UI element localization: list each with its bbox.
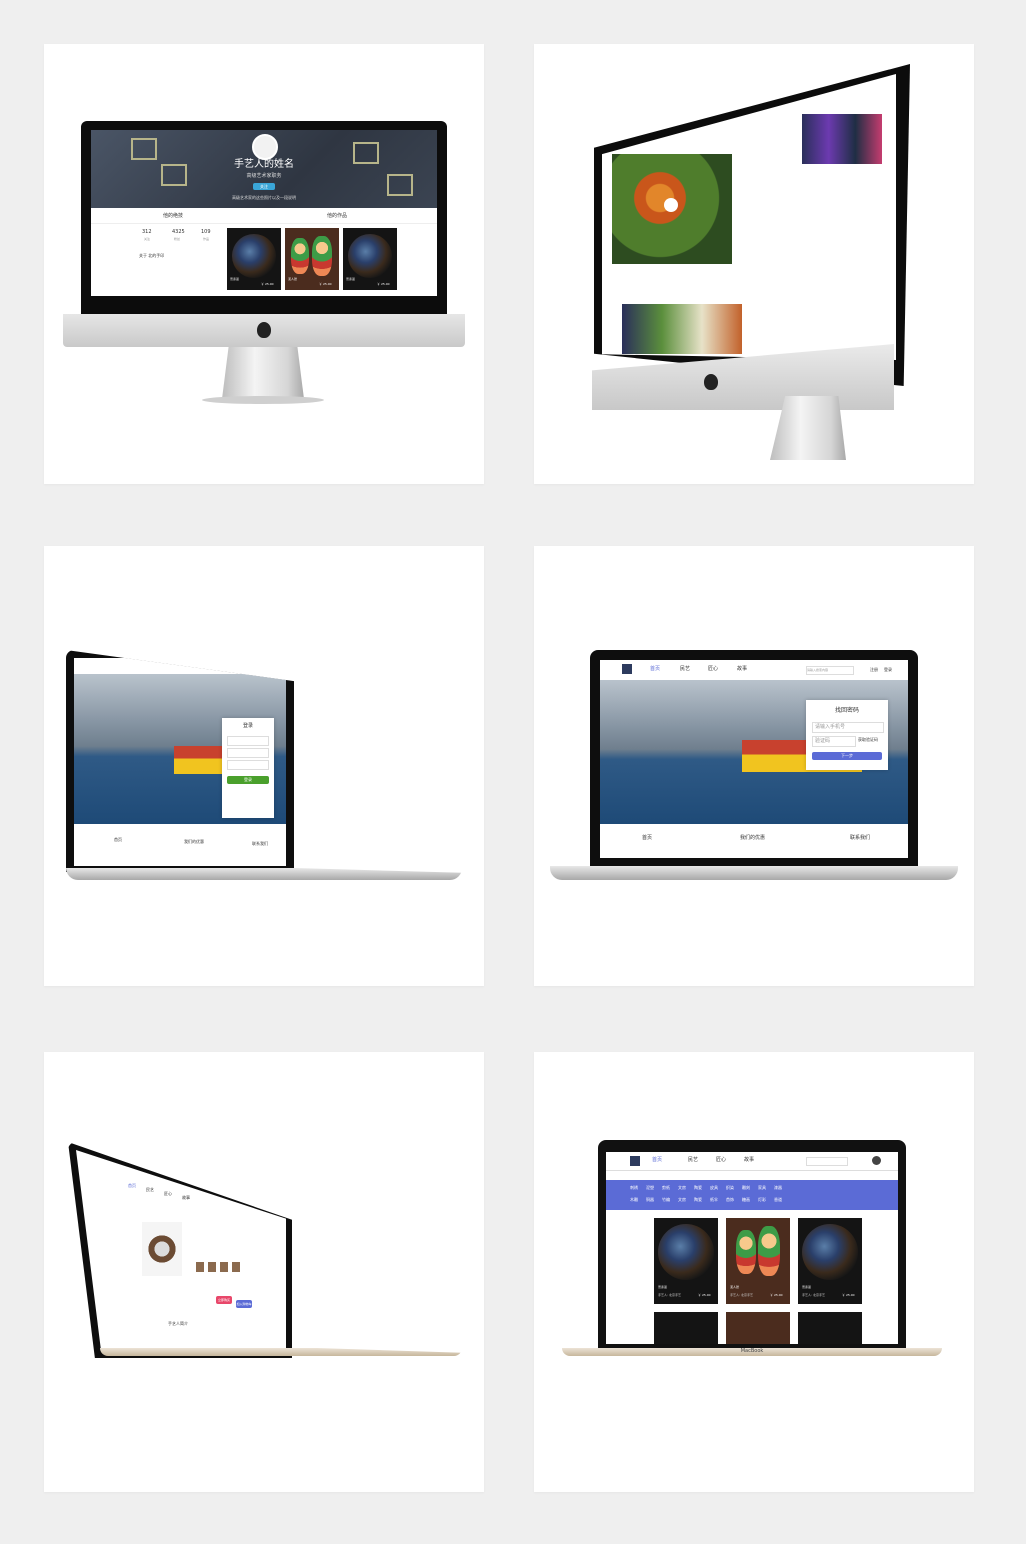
category-bar: 刺绣 泥塑 剪纸 文房 陶瓷 皮具 织染 雕刻 家具 漆器 木雕 铜器 竹编 文… [606,1180,898,1210]
footer-link[interactable]: 首页 [642,836,652,841]
stat-label: 关注 [144,237,151,241]
mockup-card-laptop-recover: 首页 民艺 匠心 故事 请输入搜索内容 注册 登录 找回密码 请输入手机号 验证… [534,546,974,986]
stat-value: 312 [142,229,152,235]
footer-link[interactable]: 联系我们 [252,842,268,846]
add-to-cart-button[interactable]: 加入购物车 [236,1300,252,1308]
work-card[interactable]: 景泰蓝 ￥ 25.00 [343,228,397,290]
laptop-base [100,1348,462,1356]
mockup-card-imac-profile: 手艺人的姓名 高级艺术家职务 关注 高级艺术家的这些照片以及一段说明 他的绝技 … [44,44,484,484]
profile-subtitle: 高级艺术家职务 [246,173,282,179]
login-panel: 登录 登录 [222,718,274,818]
nav-item[interactable]: 匠心 [164,1192,172,1196]
top-nav: 首页 民艺 匠心 故事 [606,1152,898,1171]
buy-button[interactable]: 立即购买 [216,1296,232,1304]
mockup-card-macbook-grid: 首页 民艺 匠心 故事 刺绣 泥塑 剪纸 文房 陶瓷 皮具 织染 雕刻 家具 漆… [534,1052,974,1492]
about-label: 关于 北的手印 [139,253,165,258]
search-input[interactable]: 请输入搜索内容 [806,666,854,675]
product-card[interactable]: 泥人张 手艺人: 北京手艺 ￥ 25.00 [726,1218,790,1304]
site-logo-icon [630,1156,640,1166]
profile-bio: 高级艺术家的这些照片以及一段说明 [232,195,296,200]
laptop-base: MacBook [562,1348,942,1356]
laptop-base [550,866,958,880]
laptop-bezel: 首页 民艺 匠心 故事 立即购买 加入购物车 手艺人简介 [68,1142,292,1358]
stats-row: 312 关注 4325 粉丝 109 作品 [136,230,226,244]
avatar [252,134,278,160]
captcha-field[interactable] [227,760,269,770]
footer-link[interactable]: 我们的优惠 [740,836,765,841]
imac-stand [222,347,304,399]
top-nav: 首页 民艺 匠心 故事 请输入搜索内容 注册 登录 [600,660,908,681]
stat-label: 作品 [203,237,210,241]
colorful-thumb [622,304,742,354]
user-avatar[interactable] [872,1156,881,1165]
imac-screen [602,74,896,360]
profile-hero: 手艺人的姓名 高级艺术家职务 关注 高级艺术家的这些照片以及一段说明 [91,130,437,208]
nav-item[interactable]: 故事 [737,667,747,672]
tab-works[interactable]: 他的作品 [327,214,347,219]
stat-label: 粉丝 [174,237,181,241]
watch-thumbs [196,1262,240,1272]
search-input[interactable] [806,1157,848,1166]
recover-title: 找回密码 [834,707,859,714]
phone-field[interactable]: 请输入手机号 [812,722,884,733]
product-card[interactable]: 景泰蓝 手艺人: 北京手艺 ￥ 25.00 [654,1218,718,1304]
login-button[interactable]: 登录 [227,776,269,784]
mockup-card-laptop-login: 登录 登录 首页 我们的优惠 联系我们 [44,546,484,986]
register-link[interactable]: 注册 [870,668,878,672]
mockup-card-laptop-product: 首页 民艺 匠心 故事 立即购买 加入购物车 手艺人简介 [44,1052,484,1492]
nav-item[interactable]: 首页 [128,1184,136,1188]
follow-button[interactable]: 关注 [253,183,275,190]
imac-chin [63,314,465,347]
laptop-screen: 首页 民艺 匠心 故事 立即购买 加入购物车 手艺人简介 [76,1150,286,1352]
code-field[interactable]: 验证码 [812,736,856,747]
work-card[interactable]: 泥人张 ￥ 25.00 [285,228,339,290]
nav-item[interactable]: 首页 [650,667,660,672]
laptop-screen: 登录 登录 首页 我们的优惠 联系我们 [74,658,286,866]
nav-item[interactable]: 民艺 [146,1188,154,1192]
product-card[interactable] [726,1312,790,1344]
imac-screen: 手艺人的姓名 高级艺术家职务 关注 高级艺术家的这些照片以及一段说明 他的绝技 … [91,130,437,296]
nav-item[interactable]: 民艺 [680,667,690,672]
nav-item[interactable]: 故事 [744,1158,754,1163]
stat-value: 4325 [172,229,185,235]
tab-craft[interactable]: 他的绝技 [163,214,183,219]
nav-item[interactable]: 故事 [182,1196,190,1200]
apple-logo-icon [704,374,718,390]
macbook-label: MacBook [740,1348,764,1354]
laptop-screen: 首页 民艺 匠心 故事 请输入搜索内容 注册 登录 找回密码 请输入手机号 验证… [600,660,908,858]
footer-link[interactable]: 首页 [114,838,122,842]
login-link[interactable]: 登录 [884,668,892,672]
site-logo-icon [622,664,632,674]
footer-link[interactable]: 我们的优惠 [184,840,204,844]
footer-link[interactable]: 联系我们 [850,836,870,841]
send-code-button[interactable]: 获取验证码 [858,738,878,742]
nav-item[interactable]: 首页 [652,1158,662,1163]
work-card[interactable]: 景泰蓝 ￥ 25.00 [227,228,281,290]
password-field[interactable] [227,748,269,758]
imac-bezel: 手艺人的姓名 高级艺术家职务 关注 高级艺术家的这些照片以及一段说明 他的绝技 … [81,121,447,324]
product-card[interactable] [798,1312,862,1344]
laptop-bezel: 首页 民艺 匠心 故事 刺绣 泥塑 剪纸 文房 陶瓷 皮具 织染 雕刻 家具 漆… [598,1140,906,1352]
next-button[interactable]: 下一步 [812,752,882,760]
stat-value: 109 [201,229,211,235]
nav-item[interactable]: 民艺 [688,1158,698,1163]
laptop-bezel: 首页 民艺 匠心 故事 请输入搜索内容 注册 登录 找回密码 请输入手机号 验证… [590,650,918,868]
profile-name: 手艺人的姓名 [234,159,294,170]
thumbnail-strip [802,114,882,164]
apple-logo-icon [257,322,271,338]
play-icon[interactable] [664,198,678,212]
watch-image [142,1222,182,1276]
nav-item[interactable]: 匠心 [708,667,718,672]
login-title: 登录 [242,723,253,729]
recover-panel: 找回密码 请输入手机号 验证码 获取验证码 下一步 [806,700,888,770]
laptop-base [66,868,462,880]
username-field[interactable] [227,736,269,746]
section-label: 手艺人简介 [168,1321,188,1326]
product-card[interactable]: 景泰蓝 手艺人: 北京手艺 ￥ 25.00 [798,1218,862,1304]
mockup-card-imac-angled [534,44,974,484]
nav-item[interactable]: 匠心 [716,1158,726,1163]
product-card[interactable] [654,1312,718,1344]
laptop-bezel: 登录 登录 首页 我们的优惠 联系我们 [66,650,294,872]
laptop-screen: 首页 民艺 匠心 故事 刺绣 泥塑 剪纸 文房 陶瓷 皮具 织染 雕刻 家具 漆… [606,1152,898,1344]
